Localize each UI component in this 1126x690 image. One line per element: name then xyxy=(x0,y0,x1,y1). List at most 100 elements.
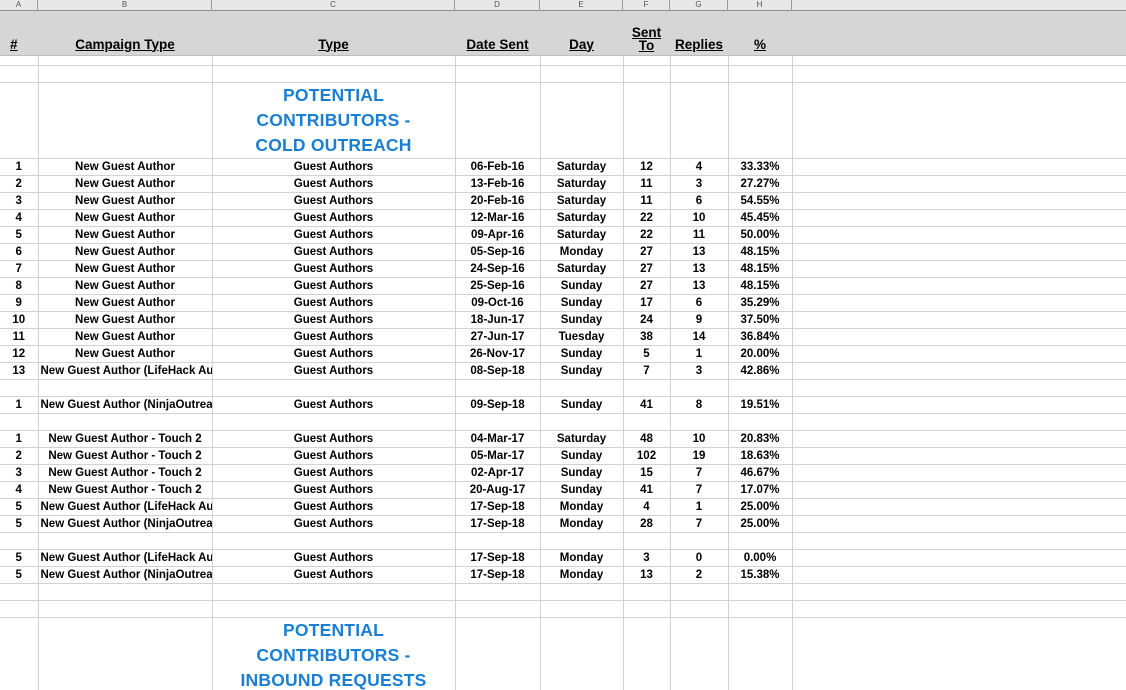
cell-sent[interactable]: 27 xyxy=(623,243,671,261)
cell-date[interactable]: 27-Jun-17 xyxy=(455,328,541,346)
cell-empty[interactable] xyxy=(0,532,39,550)
cell-day[interactable]: Sunday xyxy=(540,481,624,499)
cell-day[interactable]: Saturday xyxy=(540,158,624,176)
cell-type[interactable]: Guest Authors xyxy=(212,498,456,516)
cell-num[interactable]: 1 xyxy=(0,158,39,176)
cell-replies[interactable]: 13 xyxy=(670,243,729,261)
cell-num[interactable]: 5 xyxy=(0,515,39,533)
cell-campaign[interactable]: New Guest Author (LifeHack Authors) xyxy=(38,362,213,380)
cell-sent[interactable]: 13 xyxy=(623,566,671,584)
cell-replies[interactable]: 1 xyxy=(670,498,729,516)
cell-empty[interactable] xyxy=(38,413,213,431)
cell-type[interactable]: Guest Authors xyxy=(212,566,456,584)
cell-empty[interactable] xyxy=(38,82,213,159)
cell-day[interactable]: Monday xyxy=(540,549,624,567)
cell-empty[interactable] xyxy=(670,617,729,690)
cell-sent[interactable]: 24 xyxy=(623,311,671,329)
cell-type[interactable]: Guest Authors xyxy=(212,192,456,210)
cell-empty[interactable] xyxy=(455,583,541,601)
cell-num[interactable]: 7 xyxy=(0,260,39,278)
cell-campaign[interactable]: New Guest Author (NinjaOutreach) - Touch… xyxy=(38,515,213,533)
cell-num[interactable]: 5 xyxy=(0,498,39,516)
cell-replies[interactable]: 3 xyxy=(670,175,729,193)
cell-empty[interactable] xyxy=(38,532,213,550)
cell-date[interactable]: 17-Sep-18 xyxy=(455,515,541,533)
cell-pct[interactable]: 36.84% xyxy=(728,328,793,346)
cell-date[interactable]: 18-Jun-17 xyxy=(455,311,541,329)
cell-empty[interactable] xyxy=(212,583,456,601)
cell-empty[interactable] xyxy=(455,55,541,66)
cell-empty[interactable] xyxy=(212,600,456,618)
cell-campaign[interactable]: New Guest Author xyxy=(38,192,213,210)
cell-day[interactable]: Saturday xyxy=(540,226,624,244)
cell-empty[interactable] xyxy=(728,600,793,618)
cell-pct[interactable]: 35.29% xyxy=(728,294,793,312)
cell-replies[interactable]: 4 xyxy=(670,158,729,176)
cell-date[interactable]: 13-Feb-16 xyxy=(455,175,541,193)
cell-num[interactable]: 5 xyxy=(0,566,39,584)
cell-sent[interactable]: 38 xyxy=(623,328,671,346)
cell-sent[interactable]: 28 xyxy=(623,515,671,533)
cell-pct[interactable]: 25.00% xyxy=(728,515,793,533)
cell-replies[interactable]: 14 xyxy=(670,328,729,346)
cell-date[interactable]: 17-Sep-18 xyxy=(455,498,541,516)
cell-num[interactable]: 5 xyxy=(0,226,39,244)
cell-date[interactable]: 25-Sep-16 xyxy=(455,277,541,295)
cell-campaign[interactable]: New Guest Author - Touch 2 xyxy=(38,481,213,499)
cell-empty[interactable] xyxy=(670,379,729,397)
cell-campaign[interactable]: New Guest Author (LifeHack Authors) - To… xyxy=(38,498,213,516)
cell-pct[interactable]: 20.83% xyxy=(728,430,793,448)
cell-empty[interactable] xyxy=(0,617,39,690)
cell-empty[interactable] xyxy=(0,82,39,159)
cell-empty[interactable] xyxy=(623,617,671,690)
cell-sent[interactable]: 102 xyxy=(623,447,671,465)
cell-num[interactable]: 2 xyxy=(0,447,39,465)
cell-num[interactable]: 2 xyxy=(0,175,39,193)
cell-empty[interactable] xyxy=(728,379,793,397)
cell-empty[interactable] xyxy=(728,532,793,550)
cell-type[interactable]: Guest Authors xyxy=(212,447,456,465)
column-letter-f[interactable]: F xyxy=(623,0,670,11)
cell-empty[interactable] xyxy=(670,413,729,431)
cell-pct[interactable]: 46.67% xyxy=(728,464,793,482)
cell-empty[interactable] xyxy=(670,65,729,83)
cell-type[interactable]: Guest Authors xyxy=(212,158,456,176)
cell-campaign[interactable]: New Guest Author - Touch 2 xyxy=(38,464,213,482)
cell-replies[interactable]: 9 xyxy=(670,311,729,329)
cell-num[interactable]: 12 xyxy=(0,345,39,363)
cell-campaign[interactable]: New Guest Author xyxy=(38,243,213,261)
cell-empty[interactable] xyxy=(38,55,213,66)
cell-campaign[interactable]: New Guest Author xyxy=(38,311,213,329)
cell-day[interactable]: Sunday xyxy=(540,294,624,312)
cell-empty[interactable] xyxy=(728,583,793,601)
cell-campaign[interactable]: New Guest Author xyxy=(38,175,213,193)
cell-pct[interactable]: 17.07% xyxy=(728,481,793,499)
cell-campaign[interactable]: New Guest Author xyxy=(38,209,213,227)
cell-date[interactable]: 09-Sep-18 xyxy=(455,396,541,414)
cell-type[interactable]: Guest Authors xyxy=(212,549,456,567)
cell-empty[interactable] xyxy=(0,379,39,397)
cell-num[interactable]: 1 xyxy=(0,430,39,448)
cell-num[interactable]: 8 xyxy=(0,277,39,295)
cell-empty[interactable] xyxy=(670,583,729,601)
cell-campaign[interactable]: New Guest Author xyxy=(38,328,213,346)
cell-num[interactable]: 3 xyxy=(0,192,39,210)
cell-pct[interactable]: 50.00% xyxy=(728,226,793,244)
cell-empty[interactable] xyxy=(540,600,624,618)
cell-day[interactable]: Sunday xyxy=(540,447,624,465)
cell-type[interactable]: Guest Authors xyxy=(212,362,456,380)
cell-empty[interactable] xyxy=(455,532,541,550)
cell-sent[interactable]: 27 xyxy=(623,260,671,278)
cell-date[interactable]: 05-Mar-17 xyxy=(455,447,541,465)
column-letter-e[interactable]: E xyxy=(540,0,623,11)
column-letter-d[interactable]: D xyxy=(455,0,540,11)
cell-empty[interactable] xyxy=(623,82,671,159)
cell-sent[interactable]: 48 xyxy=(623,430,671,448)
cell-replies[interactable]: 19 xyxy=(670,447,729,465)
cell-date[interactable]: 12-Mar-16 xyxy=(455,209,541,227)
cell-day[interactable]: Sunday xyxy=(540,345,624,363)
cell-campaign[interactable]: New Guest Author (NinjaOutreach) xyxy=(38,396,213,414)
cell-num[interactable]: 4 xyxy=(0,209,39,227)
cell-num[interactable]: 9 xyxy=(0,294,39,312)
cell-empty[interactable] xyxy=(212,379,456,397)
